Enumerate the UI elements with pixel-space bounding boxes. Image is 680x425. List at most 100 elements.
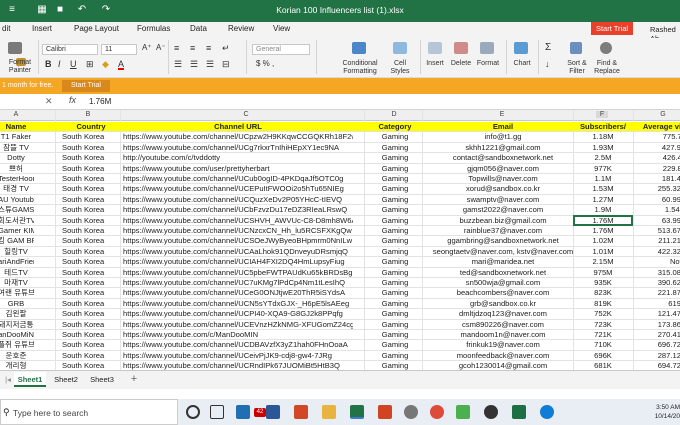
table-cell[interactable]: 721K: [576, 330, 630, 340]
app-icon[interactable]: [484, 405, 498, 419]
column-title[interactable]: Subscribers/: [576, 122, 630, 132]
table-cell[interactable]: Gaming: [370, 153, 420, 163]
font-size-select[interactable]: 11: [101, 44, 137, 55]
table-cell[interactable]: South Korea: [62, 288, 120, 298]
format-cells-icon[interactable]: [480, 42, 494, 54]
table-cell[interactable]: https://www.youtube.com/channel/UCNzcxCN…: [123, 226, 353, 236]
table-cell[interactable]: South Korea: [62, 309, 120, 319]
align-right-icon[interactable]: ☰: [206, 60, 214, 69]
table-cell[interactable]: Gaming: [370, 143, 420, 153]
table-cell[interactable]: 229.84: [638, 164, 680, 174]
fill-icon[interactable]: ↓: [545, 60, 550, 69]
table-cell[interactable]: https://www.youtube.com/channel/UCEPuItF…: [123, 184, 353, 194]
conditional-formatting-label[interactable]: Conditional Formatting: [340, 60, 380, 76]
table-cell[interactable]: South Korea: [62, 268, 120, 278]
trial-notice-button[interactable]: Start Trial: [62, 80, 110, 92]
column-title[interactable]: Email: [428, 122, 578, 132]
table-cell[interactable]: info@t1.gg: [428, 132, 578, 142]
table-cell[interactable]: 221.87K: [638, 288, 680, 298]
align-left-icon[interactable]: ☰: [174, 60, 182, 69]
table-cell[interactable]: 723K: [576, 320, 630, 330]
table-cell[interactable]: rainblue37@naver.com: [428, 226, 578, 236]
add-sheet-icon[interactable]: +: [126, 372, 142, 387]
table-cell[interactable]: https://www.youtube.com/channel/UCAaLhok…: [123, 247, 353, 257]
table-cell[interactable]: South Korea: [62, 164, 120, 174]
italic-icon[interactable]: I: [58, 60, 61, 69]
table-cell[interactable]: Gaming: [370, 174, 420, 184]
formula-input[interactable]: 1.76M: [89, 97, 111, 106]
app-icon[interactable]: [456, 405, 470, 419]
table-cell[interactable]: buzzbean.biz@gmail.com: [428, 216, 578, 226]
table-cell[interactable]: 422.32K: [638, 247, 680, 257]
file-explorer-icon[interactable]: [322, 405, 336, 419]
column-header[interactable]: C: [240, 111, 252, 118]
table-cell[interactable]: South Korea: [62, 340, 120, 350]
table-cell[interactable]: https://www.youtube.com/c/ManDooMIN: [123, 330, 353, 340]
mail-icon[interactable]: [236, 405, 250, 419]
table-cell[interactable]: ggambring@sandboxnetwork.net: [428, 236, 578, 246]
table-cell[interactable]: 개리형: [0, 361, 34, 370]
menu-review[interactable]: Review: [228, 24, 254, 33]
table-cell[interactable]: sn500wja@gmail.com: [428, 278, 578, 288]
table-cell[interactable]: Note: [638, 257, 680, 267]
grow-font-icon[interactable]: A⁺: [142, 44, 152, 52]
table-cell[interactable]: 287.12K: [638, 351, 680, 361]
table-cell[interactable]: 힐링TV: [0, 247, 34, 257]
chart-label[interactable]: Chart: [512, 60, 532, 68]
table-cell[interactable]: 977K: [576, 164, 630, 174]
table-cell[interactable]: https://www.youtube.com/channel/UCQuzXeD…: [123, 195, 353, 205]
insert-label[interactable]: Insert: [425, 60, 445, 68]
table-cell[interactable]: seongtaetv@naver.com, kstv@naver.com: [428, 247, 578, 257]
table-cell[interactable]: anDooMiN: [0, 330, 34, 340]
table-cell[interactable]: South Korea: [62, 132, 120, 142]
fill-color-icon[interactable]: ◆: [102, 60, 109, 69]
table-cell[interactable]: AU Youtube: [0, 195, 34, 205]
table-cell[interactable]: 270.41K: [638, 330, 680, 340]
borders-icon[interactable]: ⊞: [86, 60, 94, 69]
table-cell[interactable]: http://youtube.com/c/tvddotty: [123, 153, 353, 163]
settings-icon[interactable]: [404, 405, 418, 419]
underline-icon[interactable]: U: [70, 60, 77, 69]
table-cell[interactable]: South Korea: [62, 184, 120, 194]
table-cell[interactable]: 김왼팔: [0, 309, 34, 319]
table-cell[interactable]: moonfeedback@naver.com: [428, 351, 578, 361]
table-cell[interactable]: 쁘허: [0, 164, 34, 174]
excel-icon[interactable]: [512, 405, 526, 419]
table-cell[interactable]: 752K: [576, 309, 630, 319]
table-cell[interactable]: South Korea: [62, 153, 120, 163]
table-cell[interactable]: 돼지저금통: [0, 320, 34, 330]
table-cell[interactable]: South Korea: [62, 351, 120, 361]
table-cell[interactable]: skhh1221@gmail.com: [428, 143, 578, 153]
table-cell[interactable]: https://www.youtube.com/channel/UCPI40-X…: [123, 309, 353, 319]
table-cell[interactable]: Gaming: [370, 257, 420, 267]
table-cell[interactable]: Gaming: [370, 351, 420, 361]
table-cell[interactable]: 390.62K: [638, 278, 680, 288]
table-cell[interactable]: 513.67K: [638, 226, 680, 236]
table-cell[interactable]: 427.9K: [638, 143, 680, 153]
table-cell[interactable]: Gaming: [370, 184, 420, 194]
column-header[interactable]: A: [10, 111, 22, 118]
table-cell[interactable]: T1 Faker: [0, 132, 34, 142]
table-cell[interactable]: 1.76M: [576, 226, 630, 236]
table-cell[interactable]: Gaming: [370, 309, 420, 319]
table-cell[interactable]: South Korea: [62, 143, 120, 153]
column-title[interactable]: Name: [0, 122, 34, 132]
chrome-icon[interactable]: [430, 405, 444, 419]
delete-cells-icon[interactable]: [454, 42, 468, 54]
table-cell[interactable]: Gaming: [370, 132, 420, 142]
column-title[interactable]: Category: [370, 122, 420, 132]
table-cell[interactable]: https://www.youtube.com/channel/UCeivPjJ…: [123, 351, 353, 361]
merge-icon[interactable]: ⊟: [222, 60, 230, 69]
cortana-icon[interactable]: [186, 405, 200, 419]
table-cell[interactable]: South Korea: [62, 278, 120, 288]
table-cell[interactable]: Gaming: [370, 216, 420, 226]
format-painter-label[interactable]: Format Painter: [6, 59, 34, 75]
table-cell[interactable]: 플쥐 유튜브: [0, 340, 34, 350]
find-replace-label[interactable]: Find & Replace: [592, 60, 622, 76]
column-title[interactable]: Country: [62, 122, 120, 132]
table-cell[interactable]: South Korea: [62, 257, 120, 267]
table-cell[interactable]: 255.32K: [638, 184, 680, 194]
table-cell[interactable]: South Korea: [62, 174, 120, 184]
table-cell[interactable]: 173.86K: [638, 320, 680, 330]
table-cell[interactable]: https://www.youtube.com/channel/UC5pbeFW…: [123, 268, 353, 278]
